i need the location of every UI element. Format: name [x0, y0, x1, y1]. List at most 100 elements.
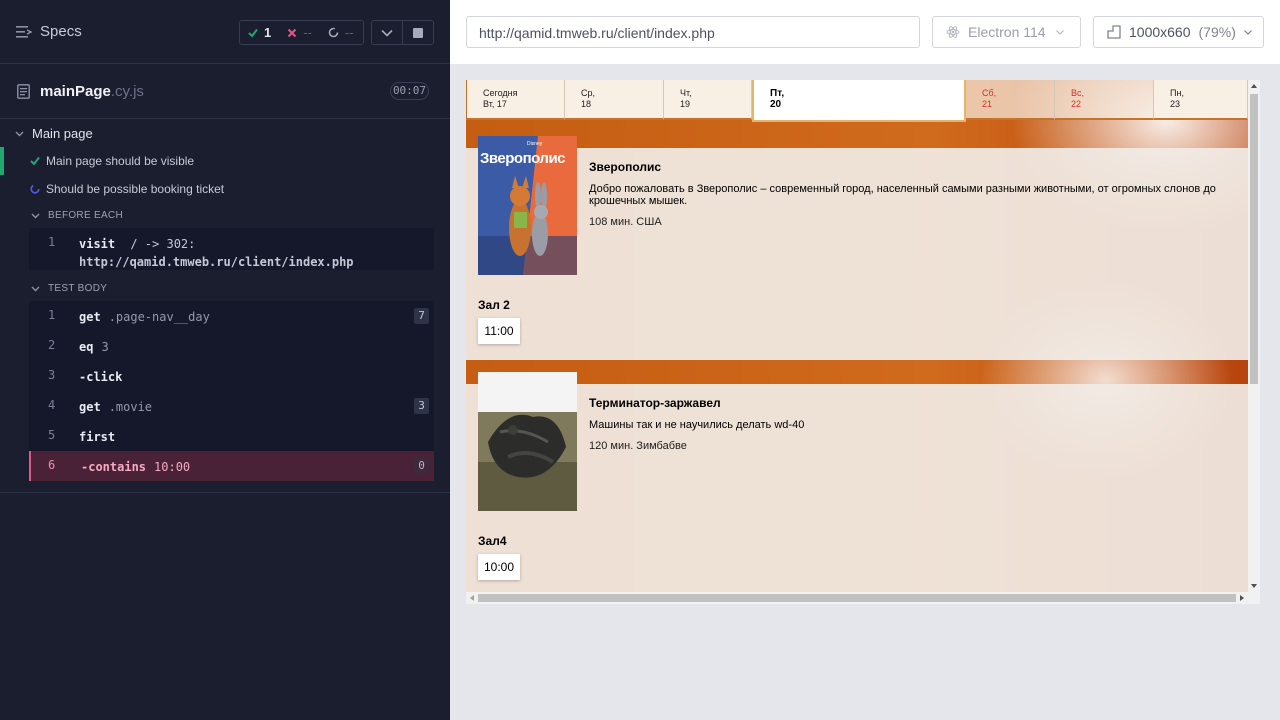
movie-poster	[478, 372, 577, 511]
suite-title[interactable]: Main page	[0, 120, 450, 147]
command-name: first	[79, 430, 116, 444]
spec-name-base: mainPage	[40, 83, 111, 100]
command-arg: .movie	[108, 400, 153, 414]
before-each-commands: 1 visit / -> 302: http://qamid.tmweb.ru/…	[29, 228, 434, 270]
chevron-down-icon	[381, 29, 393, 37]
movie: Disney Зверополис Зверополис Добро пожал…	[466, 136, 1248, 360]
specs-menu-icon[interactable]	[16, 24, 32, 40]
aut-header: http://qamid.tmweb.ru/client/index.php E…	[450, 0, 1280, 64]
ruler-icon	[1107, 25, 1121, 39]
command-body: visit / -> 302: http://qamid.tmweb.ru/cl…	[79, 228, 354, 270]
svg-text:Disney: Disney	[527, 141, 543, 147]
cypress-reporter: Specs 1 -- -- mainPage.cy.js 00:07 Main …	[0, 0, 450, 720]
x-icon	[288, 28, 297, 37]
run-controls	[371, 20, 434, 45]
command-number: 2	[48, 338, 56, 352]
command-body: -contains 10:00	[81, 451, 190, 481]
vertical-scroll-thumb[interactable]	[1250, 94, 1258, 384]
check-icon	[30, 156, 40, 166]
command-name: get	[79, 310, 101, 324]
day-number: 19	[680, 99, 691, 109]
browser-selector[interactable]: Electron 114	[932, 16, 1081, 48]
command-arg: 3	[101, 340, 109, 354]
electron-icon	[946, 26, 960, 38]
spec-duration: 00:07	[390, 82, 429, 100]
command-body: get .movie	[79, 391, 152, 421]
passed-count: 1	[264, 25, 272, 40]
command-row[interactable]: 3 -click	[29, 361, 434, 391]
seance-time-button[interactable]: 11:00	[478, 318, 520, 344]
scroll-up-arrow-icon[interactable]	[1248, 80, 1260, 92]
command-arg: 10:00	[154, 460, 191, 474]
page-nav-day-weekend[interactable]: Сб, 21	[966, 80, 1055, 120]
day-week: Сегодня	[483, 88, 518, 98]
day-number: 21	[982, 99, 993, 109]
page-nav-day[interactable]: Пн, 23	[1154, 80, 1248, 120]
day-week: Чт,	[680, 88, 692, 98]
page-nav-day[interactable]: Чт, 19	[664, 80, 752, 120]
command-url: http://qamid.tmweb.ru/client/index.php	[79, 255, 354, 269]
page-nav-day[interactable]: Ср, 18	[565, 80, 664, 120]
before-each-hook-title[interactable]: BEFORE EACH	[0, 203, 450, 228]
movie-meta: 108 мин. США	[589, 216, 662, 228]
test-body-commands: 1 get .page-nav__day 7 2 eq 3 3 -click 4 g…	[29, 301, 434, 481]
hall-title: Зал 2	[478, 298, 510, 312]
command-number: 1	[48, 235, 56, 249]
command-number: 6	[48, 458, 56, 472]
viewport-selector[interactable]: 1000x660 (79%)	[1093, 16, 1264, 48]
scroll-left-arrow-icon[interactable]	[466, 592, 478, 604]
command-row-failing[interactable]: 6 -contains 10:00 0	[29, 451, 434, 481]
chevron-down-icon	[31, 286, 40, 291]
page-nav-day-weekend[interactable]: Вс, 22	[1055, 80, 1154, 120]
spec-file-name[interactable]: mainPage.cy.js	[40, 83, 144, 100]
test-body-title[interactable]: TEST BODY	[0, 276, 450, 301]
test-item-passed[interactable]: Main page should be visible	[0, 147, 450, 175]
hook-label: TEST BODY	[48, 283, 108, 294]
day-number: Вт, 17	[483, 99, 507, 109]
page-nav-day[interactable]: Сегодня Вт, 17	[466, 80, 565, 120]
seance-time-button[interactable]: 10:00	[478, 554, 520, 580]
app-under-test: Сегодня Вт, 17 Ср, 18 Чт, 19 Пт, 20 Сб, …	[466, 80, 1260, 604]
collapse-button[interactable]	[372, 21, 402, 44]
poster-image	[478, 372, 577, 511]
command-body: eq 3	[79, 331, 109, 361]
stop-button[interactable]	[402, 21, 433, 44]
command-name: -click	[79, 370, 123, 384]
stop-icon	[413, 27, 423, 38]
movie-description: Машины так и не научились делать wd-40	[589, 419, 805, 431]
suite-divider	[0, 481, 450, 493]
horizontal-scroll-thumb[interactable]	[478, 594, 1236, 602]
command-row[interactable]: 4 get .movie 3	[29, 391, 434, 421]
page-nav-day-chosen[interactable]: Пт, 20	[752, 80, 966, 122]
movie: Терминатор-заржавел Машины так и не науч…	[466, 372, 1248, 592]
pending-count: --	[344, 25, 354, 40]
movie-poster: Disney Зверополис	[478, 136, 577, 275]
failed-count: --	[303, 25, 312, 40]
day-week: Пн,	[1170, 88, 1184, 98]
command-arg: .page-nav__day	[108, 310, 210, 324]
hall-title: Зал4	[478, 534, 507, 548]
day-week: Пт,	[770, 88, 785, 99]
command-row[interactable]: 5 first	[29, 421, 434, 451]
day-week: Вс,	[1071, 88, 1085, 98]
test-item-running[interactable]: Should be possible booking ticket	[0, 175, 450, 203]
test-title: Should be possible booking ticket	[46, 182, 225, 196]
command-row[interactable]: 1 visit / -> 302: http://qamid.tmweb.ru/…	[29, 228, 434, 270]
failed-stat: --	[279, 25, 320, 40]
url-bar[interactable]: http://qamid.tmweb.ru/client/index.php	[466, 16, 920, 48]
scroll-right-arrow-icon[interactable]	[1236, 592, 1248, 604]
check-icon	[248, 28, 258, 38]
command-body: first	[79, 421, 115, 451]
pending-stat: --	[320, 25, 362, 40]
test-title: Main page should be visible	[46, 154, 195, 168]
chevron-down-icon	[1243, 29, 1252, 35]
hook-label: BEFORE EACH	[48, 210, 123, 221]
specs-label[interactable]: Specs	[40, 23, 82, 40]
horizontal-scrollbar[interactable]	[466, 592, 1260, 604]
scroll-down-arrow-icon[interactable]	[1248, 580, 1260, 592]
vertical-scrollbar[interactable]	[1248, 80, 1260, 592]
chevron-down-icon	[15, 131, 24, 136]
command-row[interactable]: 1 get .page-nav__day 7	[29, 301, 434, 331]
day-number: 20	[770, 99, 782, 110]
command-row[interactable]: 2 eq 3	[29, 331, 434, 361]
